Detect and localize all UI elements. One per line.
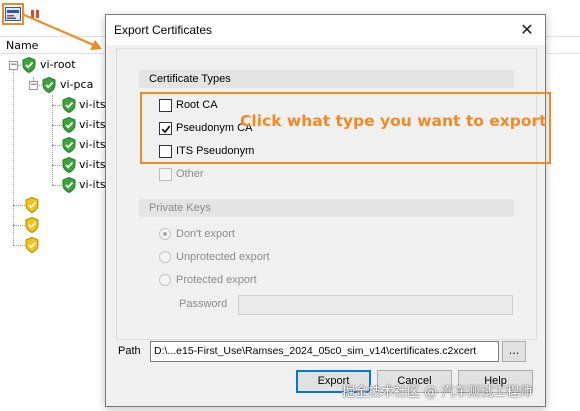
- export-certificates-dialog: Export Certificates ✕ Certificate Types …: [105, 14, 546, 407]
- annotation-arrow: [21, 12, 102, 50]
- tree-item-unnamed[interactable]: [25, 215, 45, 235]
- shield-check-icon: [42, 77, 56, 93]
- shield-check-icon: [62, 157, 76, 173]
- radio-button: [159, 274, 171, 286]
- password-field: [238, 295, 513, 315]
- checkbox-other: Other: [159, 166, 279, 182]
- shield-warning-icon: [25, 217, 39, 233]
- shield-check-icon: [62, 177, 76, 193]
- annotation-text: Click what type you want to export: [240, 112, 547, 130]
- radio-button: [159, 228, 171, 240]
- dialog-titlebar[interactable]: Export Certificates ✕: [106, 15, 545, 45]
- close-icon[interactable]: ✕: [517, 20, 537, 40]
- certificate-types-header: Certificate Types: [139, 70, 514, 88]
- watermark: 掘金技术社区 @ 汽车测试工程师: [342, 385, 533, 400]
- path-label: Path: [118, 345, 141, 357]
- radio-dont-export: Don't export: [159, 226, 279, 242]
- shield-check-icon: [62, 117, 76, 133]
- collapse-toggle[interactable]: −: [29, 81, 38, 90]
- private-keys-header: Private Keys: [139, 199, 514, 217]
- password-label: Password: [179, 298, 228, 310]
- checkbox-box: [159, 168, 172, 181]
- shield-check-icon: [22, 57, 36, 73]
- shield-warning-icon: [25, 197, 39, 213]
- tree-item-unnamed[interactable]: [25, 235, 45, 255]
- path-input[interactable]: D:\...e15-First_Use\Ramses_2024_05c0_sim…: [150, 341, 499, 362]
- radio-unprotected-export: Unprotected export: [159, 249, 299, 265]
- shield-warning-icon: [25, 237, 39, 253]
- radio-protected-export: Protected export: [159, 272, 299, 288]
- certificate-icon: [5, 7, 21, 21]
- collapse-toggle[interactable]: −: [9, 61, 18, 70]
- shield-check-icon: [62, 137, 76, 153]
- tree-item-unnamed[interactable]: [25, 195, 45, 215]
- dialog-title: Export Certificates: [114, 23, 213, 37]
- browse-button[interactable]: ...: [502, 341, 526, 362]
- radio-button: [159, 251, 171, 263]
- shield-check-icon: [62, 97, 76, 113]
